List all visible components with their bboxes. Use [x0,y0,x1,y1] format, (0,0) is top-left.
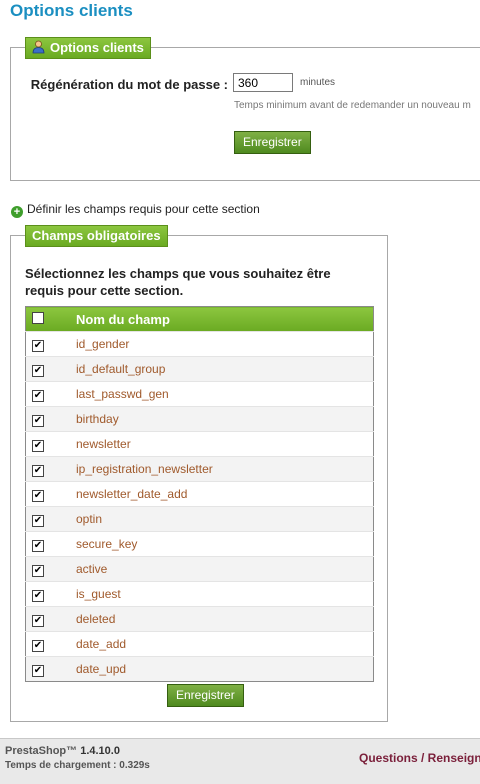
table-row: ✔ is_guest [25,581,374,607]
checkbox-cell: ✔ [25,381,76,407]
field-checkbox[interactable]: ✔ [32,464,44,477]
user-icon [32,40,45,54]
options-legend: Options clients [25,37,151,59]
save-required-button[interactable]: Enregistrer [167,684,244,707]
field-checkbox[interactable]: ✔ [32,364,44,377]
checkbox-cell: ✔ [25,356,76,382]
footer: PrestaShop™ 1.4.10.0 Temps de chargement… [0,738,480,784]
checkbox-cell: ✔ [25,431,76,457]
field-checkbox[interactable]: ✔ [32,639,44,652]
field-name: is_guest [76,581,374,607]
required-instructions: Sélectionnez les champs que vous souhait… [25,266,331,298]
regen-label: Régénération du mot de passe : [30,77,228,92]
checkbox-cell: ✔ [25,331,76,357]
table-row: ✔ deleted [25,606,374,632]
checkbox-cell: ✔ [25,406,76,432]
field-name: date_upd [76,656,374,682]
page-title: Options clients [10,1,133,20]
regen-hint: Temps minimum avant de redemander un nou… [234,100,471,111]
regen-unit: minutes [300,77,336,88]
field-checkbox[interactable]: ✔ [32,614,44,627]
options-fieldset [10,47,480,181]
field-name: secure_key [76,531,374,557]
field-checkbox[interactable]: ✔ [32,489,44,502]
required-legend: Champs obligatoires [25,225,168,247]
field-name: newsletter_date_add [76,481,374,507]
fields-table: Nom du champ ✔ id_gender ✔ id_default_group… [25,306,374,682]
footer-brand: PrestaShop™ 1.4.10.0 [5,745,120,757]
select-all-cell [25,306,76,332]
table-row: ✔ ip_registration_newsletter [25,456,374,482]
field-checkbox[interactable]: ✔ [32,664,44,677]
checkbox-cell: ✔ [25,531,76,557]
load-time: Temps de chargement : 0.329s [5,760,150,771]
field-name: active [76,556,374,582]
brand-name: PrestaShop™ [5,745,78,757]
checkbox-cell: ✔ [25,581,76,607]
footer-links[interactable]: Questions / Renseigne [359,751,480,765]
field-checkbox[interactable]: ✔ [32,564,44,577]
field-name: id_gender [76,331,374,357]
field-checkbox[interactable]: ✔ [32,589,44,602]
table-row: ✔ date_upd [25,656,374,682]
table-header-row: Nom du champ [25,306,374,332]
column-header-name: Nom du champ [76,306,374,332]
table-row: ✔ birthday [25,406,374,432]
checkbox-cell: ✔ [25,506,76,532]
field-checkbox[interactable]: ✔ [32,539,44,552]
table-row: ✔ id_default_group [25,356,374,382]
table-row: ✔ newsletter_date_add [25,481,374,507]
brand-version: 1.4.10.0 [80,745,120,757]
field-checkbox[interactable]: ✔ [32,389,44,402]
table-row: ✔ id_gender [25,331,374,357]
checkbox-cell: ✔ [25,456,76,482]
field-checkbox[interactable]: ✔ [32,514,44,527]
field-name: deleted [76,606,374,632]
table-row: ✔ date_add [25,631,374,657]
table-row: ✔ newsletter [25,431,374,457]
field-checkbox[interactable]: ✔ [32,339,44,352]
checkbox-cell: ✔ [25,481,76,507]
regen-input[interactable] [233,73,293,92]
field-name: ip_registration_newsletter [76,456,374,482]
field-name: last_passwd_gen [76,381,374,407]
table-row: ✔ secure_key [25,531,374,557]
save-options-button[interactable]: Enregistrer [234,131,311,154]
add-icon: + [11,206,23,218]
checkbox-cell: ✔ [25,656,76,682]
select-all-checkbox[interactable] [32,311,44,324]
field-name: date_add [76,631,374,657]
checkbox-cell: ✔ [25,556,76,582]
define-required-label: Définir les champs requis pour cette sec… [27,202,260,216]
options-legend-label: Options clients [50,40,144,55]
field-name: optin [76,506,374,532]
checkbox-cell: ✔ [25,631,76,657]
field-name: birthday [76,406,374,432]
table-row: ✔ last_passwd_gen [25,381,374,407]
field-checkbox[interactable]: ✔ [32,439,44,452]
field-name: newsletter [76,431,374,457]
table-row: ✔ optin [25,506,374,532]
field-checkbox[interactable]: ✔ [32,414,44,427]
define-required-link[interactable]: + Définir les champs requis pour cette se… [11,202,260,218]
field-name: id_default_group [76,356,374,382]
checkbox-cell: ✔ [25,606,76,632]
table-row: ✔ active [25,556,374,582]
